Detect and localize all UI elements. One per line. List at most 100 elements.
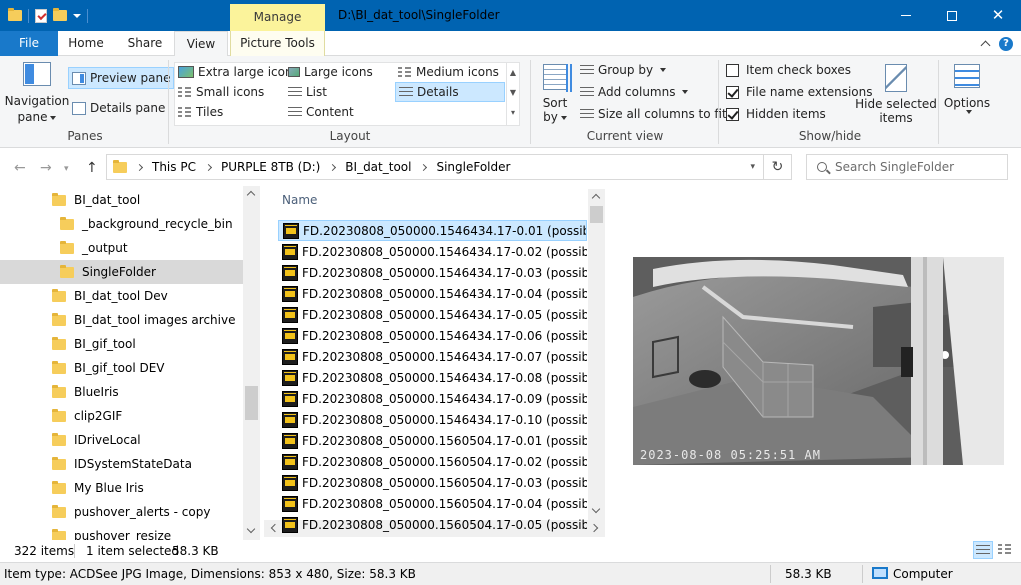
minimize-button[interactable] xyxy=(883,0,929,31)
nav-tree-item[interactable]: BI_dat_tool images archive xyxy=(0,308,243,332)
nav-tree-item[interactable]: pushover_alerts - copy xyxy=(0,500,243,524)
nav-tree-item[interactable]: pushover_resize xyxy=(0,524,243,540)
file-row[interactable]: FD.20230808_050000.1546434.17-0.01 (poss… xyxy=(278,220,587,241)
file-row[interactable]: FD.20230808_050000.1546434.17-0.07 (poss… xyxy=(278,346,587,367)
details-view-toggle[interactable] xyxy=(973,541,993,559)
item-check-boxes-checkbox[interactable] xyxy=(726,63,739,77)
breadcrumb-singlefolder[interactable]: SingleFolder xyxy=(436,160,510,174)
scroll-up-icon[interactable] xyxy=(591,193,601,203)
breadcrumb-drive[interactable]: PURPLE 8TB (D:) xyxy=(221,160,320,174)
close-button[interactable]: ✕ xyxy=(975,0,1021,31)
chevron-right-icon[interactable] xyxy=(420,163,428,171)
customize-toolbar-icon[interactable] xyxy=(73,13,81,18)
properties-icon[interactable] xyxy=(35,8,47,23)
tab-file[interactable]: File xyxy=(0,31,58,56)
file-row[interactable]: FD.20230808_050000.1546434.17-0.03 (poss… xyxy=(278,262,587,283)
extra-large-icons-button[interactable]: Extra large icons xyxy=(178,65,299,79)
scroll-down-icon[interactable] xyxy=(591,504,601,514)
nav-tree-item[interactable]: BI_dat_tool xyxy=(0,188,243,212)
search-box[interactable]: Search SingleFolder xyxy=(806,154,1008,180)
nav-tree-item[interactable]: BI_gif_tool xyxy=(0,332,243,356)
tab-share[interactable]: Share xyxy=(116,31,174,56)
file-row[interactable]: FD.20230808_050000.1546434.17-0.05 (poss… xyxy=(278,304,587,325)
nav-tree-item[interactable]: My Blue Iris xyxy=(0,476,243,500)
scroll-down-icon[interactable] xyxy=(246,524,256,534)
large-icons-button[interactable]: Large icons xyxy=(288,65,373,79)
tab-view[interactable]: View xyxy=(174,31,228,57)
nav-tree-item[interactable]: IDSystemStateData xyxy=(0,452,243,476)
item-check-boxes-option[interactable]: Item check boxes xyxy=(726,63,851,77)
nav-tree-item[interactable]: clip2GIF xyxy=(0,404,243,428)
address-bar[interactable]: This PC PURPLE 8TB (D:) BI_dat_tool Sing… xyxy=(106,154,764,180)
scroll-up-icon[interactable] xyxy=(246,190,256,200)
scroll-right-icon[interactable] xyxy=(589,523,599,533)
nav-tree-label: My Blue Iris xyxy=(74,481,144,495)
scrollbar-thumb[interactable] xyxy=(590,206,603,223)
details-pane-button[interactable]: Details pane xyxy=(72,98,165,118)
scrollbar-thumb[interactable] xyxy=(245,386,258,420)
hidden-items-option[interactable]: Hidden items xyxy=(726,107,826,121)
file-row[interactable]: FD.20230808_050000.1560504.17-0.01 (poss… xyxy=(278,430,587,451)
file-row[interactable]: FD.20230808_050000.1560504.17-0.04 (poss… xyxy=(278,493,587,514)
back-arrow-icon[interactable]: ← xyxy=(14,160,26,176)
group-by-button[interactable]: Group by xyxy=(580,63,667,77)
refresh-button[interactable]: ↻ xyxy=(764,154,792,180)
size-columns-button[interactable]: Size all columns to fit xyxy=(580,107,727,121)
navigation-pane-button[interactable]: Navigation pane xyxy=(5,62,69,124)
nav-tree-item[interactable]: BI_gif_tool DEV xyxy=(0,356,243,380)
file-row[interactable]: FD.20230808_050000.1546434.17-0.10 (poss… xyxy=(278,409,587,430)
preview-pane-button[interactable]: Preview pane xyxy=(68,67,175,89)
file-row[interactable]: FD.20230808_050000.1546434.17-0.08 (poss… xyxy=(278,367,587,388)
file-list-scrollbar[interactable] xyxy=(588,189,605,520)
file-row[interactable]: FD.20230808_050000.1546434.17-0.06 (poss… xyxy=(278,325,587,346)
small-icons-icon xyxy=(178,86,192,98)
breadcrumb-bi-dat-tool[interactable]: BI_dat_tool xyxy=(345,160,411,174)
nav-tree-item[interactable]: BlueIris xyxy=(0,380,243,404)
add-columns-button[interactable]: Add columns xyxy=(580,85,689,99)
file-name-extensions-checkbox[interactable] xyxy=(726,85,739,99)
folder-icon xyxy=(60,264,74,278)
file-name: FD.20230808_050000.1560504.17-0.04 (poss… xyxy=(302,496,587,511)
layout-gallery-scroll[interactable]: ▲ ▼ ▾ xyxy=(506,63,519,125)
chevron-up-icon[interactable] xyxy=(980,40,991,51)
recent-chevron-icon[interactable]: ▾ xyxy=(64,164,69,174)
file-row[interactable]: FD.20230808_050000.1560504.17-0.05 (poss… xyxy=(278,514,587,535)
file-row[interactable]: FD.20230808_050000.1560504.17-0.02 (poss… xyxy=(278,451,587,472)
file-row[interactable]: FD.20230808_050000.1546434.17-0.09 (poss… xyxy=(278,388,587,409)
file-name-extensions-option[interactable]: File name extensions xyxy=(726,85,873,99)
chevron-right-icon[interactable] xyxy=(135,163,144,171)
content-button[interactable]: Content xyxy=(288,105,354,119)
navigation-pane-scrollbar[interactable] xyxy=(243,186,260,540)
tiles-button[interactable]: Tiles xyxy=(178,105,223,119)
chevron-right-icon[interactable] xyxy=(204,163,212,171)
help-icon[interactable]: ? xyxy=(999,36,1013,51)
search-input[interactable]: Search SingleFolder xyxy=(835,160,954,174)
forward-arrow-icon[interactable]: → xyxy=(40,160,52,176)
chevron-right-icon[interactable] xyxy=(329,163,337,171)
tab-home[interactable]: Home xyxy=(58,31,114,56)
chevron-down-icon xyxy=(965,110,972,114)
nav-tree-item[interactable]: _output xyxy=(0,236,243,260)
large-icons-view-toggle[interactable] xyxy=(996,541,1016,559)
details-button[interactable]: Details xyxy=(395,82,505,102)
maximize-button[interactable] xyxy=(929,0,975,31)
small-icons-button[interactable]: Small icons xyxy=(178,85,264,99)
file-row[interactable]: FD.20230808_050000.1560504.17-0.03 (poss… xyxy=(278,472,587,493)
list-button[interactable]: List xyxy=(288,85,327,99)
nav-tree-item[interactable]: _background_recycle_bin xyxy=(0,212,243,236)
file-row[interactable]: FD.20230808_050000.1546434.17-0.04 (poss… xyxy=(278,283,587,304)
nav-tree-item[interactable]: SingleFolder xyxy=(0,260,243,284)
hide-selected-button[interactable]: Hide selected items xyxy=(855,64,937,125)
options-button[interactable]: Options xyxy=(944,64,990,114)
up-arrow-icon[interactable]: ↑ xyxy=(86,160,98,176)
nav-tree-item[interactable]: BI_dat_tool Dev xyxy=(0,284,243,308)
nav-tree-item[interactable]: IDriveLocal xyxy=(0,428,243,452)
breadcrumb-this-pc[interactable]: This PC xyxy=(152,160,196,174)
address-dropdown-icon[interactable]: ▾ xyxy=(750,162,755,172)
tab-picture-tools[interactable]: Picture Tools xyxy=(230,31,325,56)
medium-icons-button[interactable]: Medium icons xyxy=(398,65,499,79)
manage-tab[interactable]: Manage xyxy=(230,4,325,31)
hidden-items-checkbox[interactable] xyxy=(726,107,739,121)
file-row[interactable]: FD.20230808_050000.1546434.17-0.02 (poss… xyxy=(278,241,587,262)
new-folder-icon[interactable] xyxy=(53,8,67,21)
